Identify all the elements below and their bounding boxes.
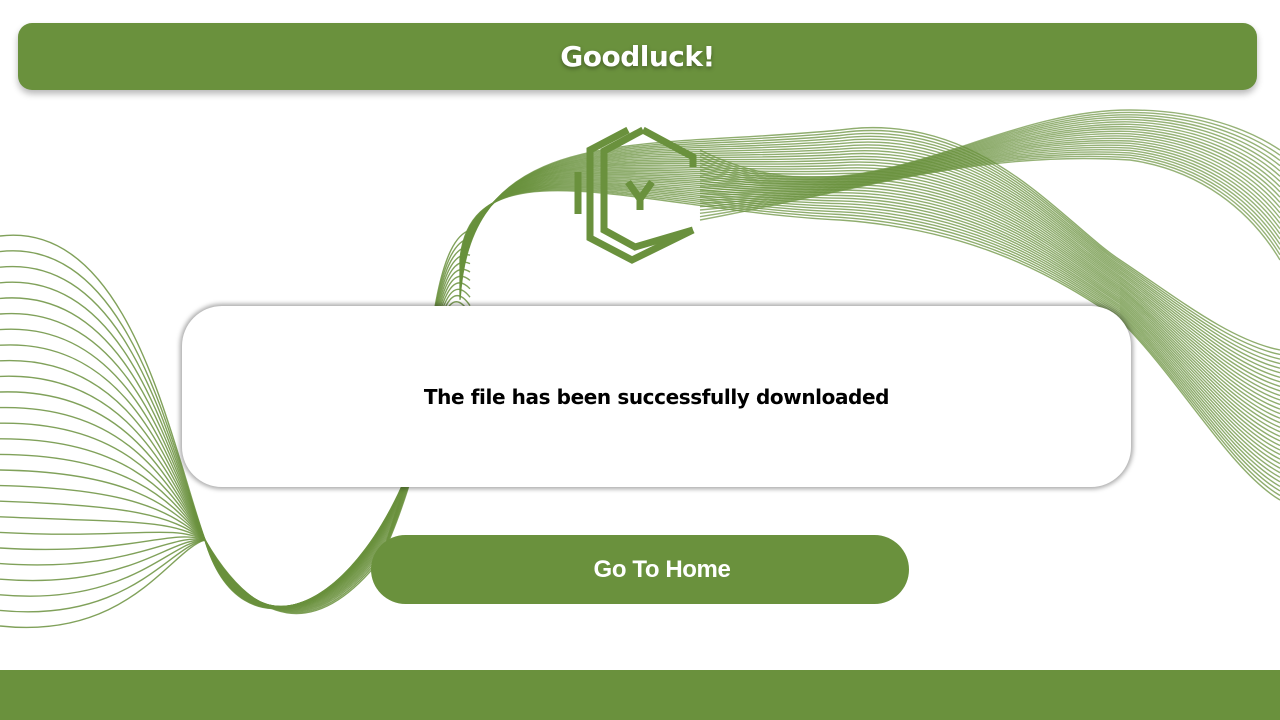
hexagon-chevron-logo-icon — [574, 126, 697, 264]
success-message: The file has been successfully downloade… — [423, 384, 890, 409]
page-title: Goodluck! — [560, 40, 715, 73]
footer-bar — [0, 670, 1280, 720]
go-to-home-label: Go To Home — [593, 555, 731, 583]
download-success-page: Goodluck! The file has been successfully… — [0, 0, 1280, 720]
go-to-home-button[interactable]: Go To Home — [371, 535, 909, 604]
header-bar: Goodluck! — [18, 23, 1257, 90]
message-card: The file has been successfully downloade… — [182, 306, 1131, 487]
